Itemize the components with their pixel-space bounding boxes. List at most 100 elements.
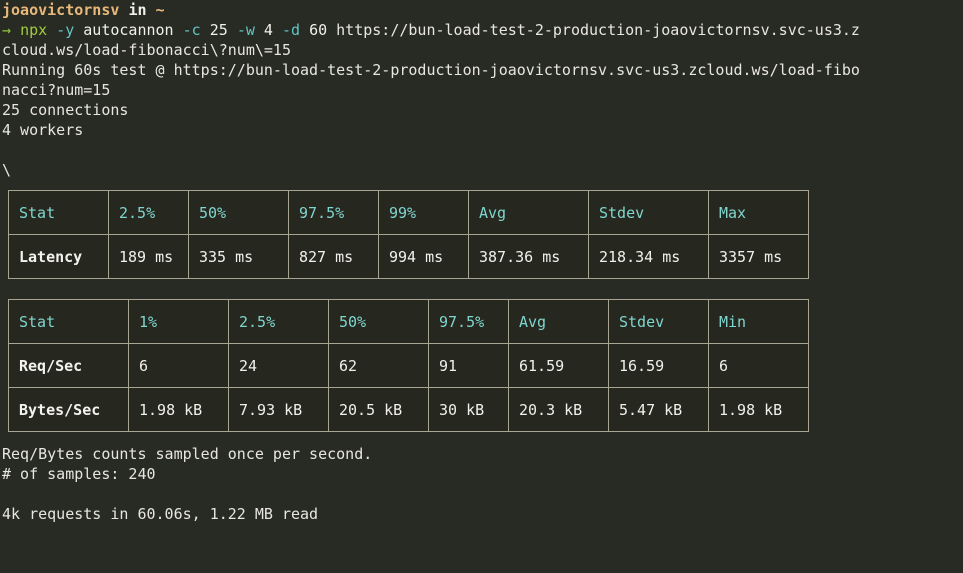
connections-line: 25 connections (0, 100, 963, 120)
reqsec-value-p50: 62 (329, 344, 429, 388)
latency-header-p2_5: 2.5% (109, 191, 189, 235)
latency-value-p50: 335 ms (189, 235, 289, 279)
table-row: Req/Sec 6 24 62 91 61.59 16.59 6 (9, 344, 809, 388)
blank-line-2 (0, 484, 963, 504)
sampling-note-line: Req/Bytes counts sampled once per second… (0, 444, 963, 464)
running-banner-row-1: Running 60s test @ https://bun-load-test… (0, 60, 963, 80)
latency-value-max: 3357 ms (709, 235, 809, 279)
cmd-space-8 (300, 21, 309, 39)
latency-table-header-row: Stat 2.5% 50% 97.5% 99% Avg Stdev Max (9, 191, 809, 235)
spacer-after-tables (0, 432, 963, 444)
prompt-username: joaovictornsv (2, 1, 119, 19)
cmd-space-1 (47, 21, 56, 39)
command-line-row-2[interactable]: cloud.ws/load-fibonacci\?num\=15 (0, 40, 963, 60)
bytessec-value-p1: 1.98 kB (129, 388, 229, 432)
bytessec-value-avg: 20.3 kB (509, 388, 609, 432)
spinner-icon: \ (2, 161, 11, 179)
cmd-space-2 (74, 21, 83, 39)
reqsec-row-label: Req/Sec (9, 344, 129, 388)
command-program: npx (20, 21, 47, 39)
command-flag-w: -w (237, 21, 255, 39)
command-binary: autocannon (83, 21, 173, 39)
reqsec-value-min: 6 (709, 344, 809, 388)
summary-line: 4k requests in 60.06s, 1.22 MB read (0, 504, 963, 524)
bytessec-value-p2_5: 7.93 kB (229, 388, 329, 432)
cmd-space-5 (228, 21, 237, 39)
cmd-space-0 (11, 21, 20, 39)
cmd-space-4 (201, 21, 210, 39)
command-flag-c: -c (183, 21, 201, 39)
prompt-connector: in (128, 1, 146, 19)
throughput-table-wrapper: Stat 1% 2.5% 50% 97.5% Avg Stdev Min Req… (0, 299, 963, 432)
cmd-space-9 (327, 21, 336, 39)
command-line-row-1[interactable]: → npx -y autocannon -c 25 -w 4 -d 60 htt… (0, 20, 963, 40)
command-flag-y: -y (56, 21, 74, 39)
command-flag-d: -d (282, 21, 300, 39)
latency-value-avg: 387.36 ms (469, 235, 589, 279)
samples-count-text: # of samples: 240 (2, 465, 156, 483)
connections-text: 25 connections (2, 101, 128, 119)
latency-header-max: Max (709, 191, 809, 235)
spinner-line: \ (0, 160, 963, 180)
command-url-part-2: cloud.ws/load-fibonacci\?num\=15 (2, 41, 291, 59)
prompt-space-2 (147, 1, 156, 19)
bytessec-row-label: Bytes/Sec (9, 388, 129, 432)
latency-table: Stat 2.5% 50% 97.5% 99% Avg Stdev Max La… (8, 190, 809, 279)
sampling-note-text: Req/Bytes counts sampled once per second… (2, 445, 372, 463)
samples-count-line: # of samples: 240 (0, 464, 963, 484)
throughput-header-stat: Stat (9, 300, 129, 344)
latency-value-p97_5: 827 ms (289, 235, 379, 279)
latency-value-p2_5: 189 ms (109, 235, 189, 279)
bytessec-value-p50: 20.5 kB (329, 388, 429, 432)
throughput-header-avg: Avg (509, 300, 609, 344)
bytessec-value-min: 1.98 kB (709, 388, 809, 432)
latency-header-p97_5: 97.5% (289, 191, 379, 235)
reqsec-value-p2_5: 24 (229, 344, 329, 388)
throughput-header-min: Min (709, 300, 809, 344)
latency-header-p99: 99% (379, 191, 469, 235)
prompt-arrow-icon: → (2, 21, 11, 39)
shell-prompt-line: joaovictornsv in ~ (0, 0, 963, 20)
latency-value-stdev: 218.34 ms (589, 235, 709, 279)
table-row: Bytes/Sec 1.98 kB 7.93 kB 20.5 kB 30 kB … (9, 388, 809, 432)
terminal-window[interactable]: joaovictornsv in ~ → npx -y autocannon -… (0, 0, 963, 573)
bytessec-value-stdev: 5.47 kB (609, 388, 709, 432)
command-value-w: 4 (264, 21, 273, 39)
workers-line: 4 workers (0, 120, 963, 140)
throughput-table-header-row: Stat 1% 2.5% 50% 97.5% Avg Stdev Min (9, 300, 809, 344)
reqsec-value-stdev: 16.59 (609, 344, 709, 388)
command-value-d: 60 (309, 21, 327, 39)
cmd-space-7 (273, 21, 282, 39)
throughput-header-p2_5: 2.5% (229, 300, 329, 344)
running-banner-row-2: nacci?num=15 (0, 80, 963, 100)
throughput-header-p50: 50% (329, 300, 429, 344)
latency-header-stat: Stat (9, 191, 109, 235)
latency-row-label: Latency (9, 235, 109, 279)
running-banner-text-2: nacci?num=15 (2, 81, 110, 99)
throughput-header-p1: 1% (129, 300, 229, 344)
latency-table-wrapper: Stat 2.5% 50% 97.5% 99% Avg Stdev Max La… (0, 190, 963, 279)
blank-line-1 (0, 140, 963, 160)
throughput-header-p97_5: 97.5% (429, 300, 509, 344)
reqsec-value-p1: 6 (129, 344, 229, 388)
running-banner-text-1: Running 60s test @ https://bun-load-test… (2, 61, 860, 79)
command-value-c: 25 (210, 21, 228, 39)
throughput-header-stdev: Stdev (609, 300, 709, 344)
latency-value-p99: 994 ms (379, 235, 469, 279)
workers-text: 4 workers (2, 121, 83, 139)
bytessec-value-p97_5: 30 kB (429, 388, 509, 432)
reqsec-value-avg: 61.59 (509, 344, 609, 388)
reqsec-value-p97_5: 91 (429, 344, 509, 388)
spacer-between-tables (0, 279, 963, 299)
command-url-part-1: https://bun-load-test-2-production-joaov… (336, 21, 860, 39)
latency-header-avg: Avg (469, 191, 589, 235)
cmd-space-6 (255, 21, 264, 39)
spacer-before-latency-table (0, 180, 963, 190)
latency-header-stdev: Stdev (589, 191, 709, 235)
cmd-space-3 (174, 21, 183, 39)
summary-text: 4k requests in 60.06s, 1.22 MB read (2, 505, 318, 523)
table-row: Latency 189 ms 335 ms 827 ms 994 ms 387.… (9, 235, 809, 279)
throughput-table: Stat 1% 2.5% 50% 97.5% Avg Stdev Min Req… (8, 299, 809, 432)
latency-header-p50: 50% (189, 191, 289, 235)
prompt-path: ~ (156, 1, 165, 19)
